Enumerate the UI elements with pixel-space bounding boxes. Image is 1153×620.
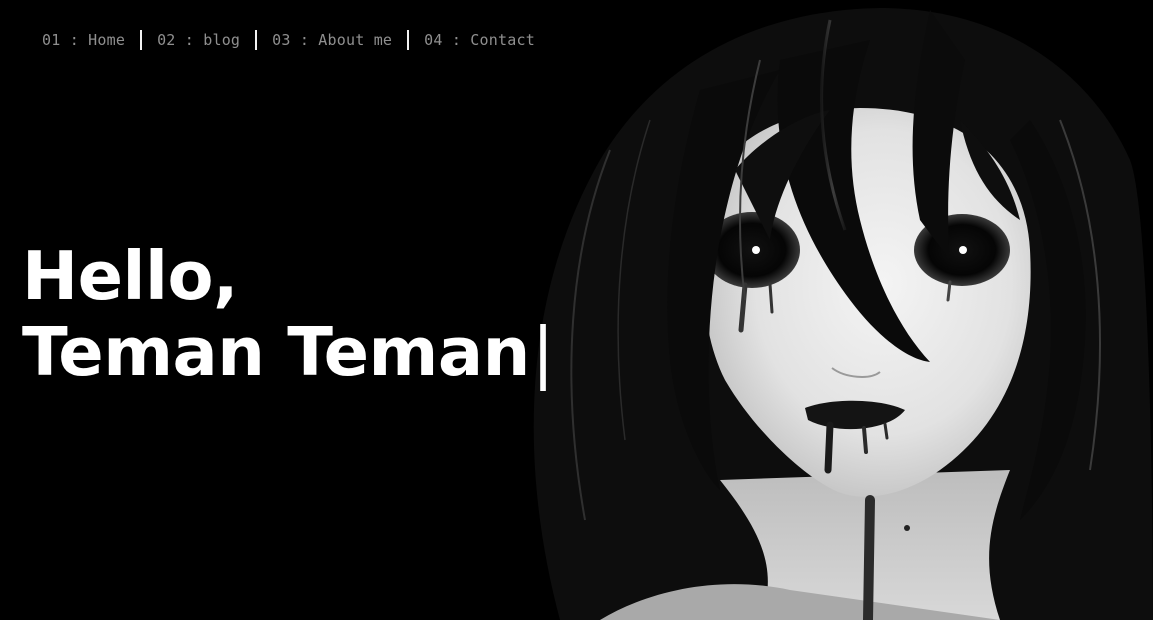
- main-nav: 01 : Home 02 : blog 03 : About me 04 : C…: [27, 29, 550, 51]
- nav-item-about-me[interactable]: 03 : About me: [257, 29, 407, 51]
- hero-typed-text: Teman Teman: [22, 313, 530, 391]
- hero-typed-line: Teman Teman|: [22, 314, 554, 390]
- hero-headline: Hello, Teman Teman|: [22, 238, 554, 390]
- nav-item-contact[interactable]: 04 : Contact: [409, 29, 550, 51]
- typing-caret: |: [531, 313, 555, 391]
- nav-item-blog[interactable]: 02 : blog: [142, 29, 255, 51]
- page: 01 : Home 02 : blog 03 : About me 04 : C…: [0, 0, 1153, 620]
- nav-item-home[interactable]: 01 : Home: [27, 29, 140, 51]
- hero-greeting: Hello,: [22, 237, 238, 315]
